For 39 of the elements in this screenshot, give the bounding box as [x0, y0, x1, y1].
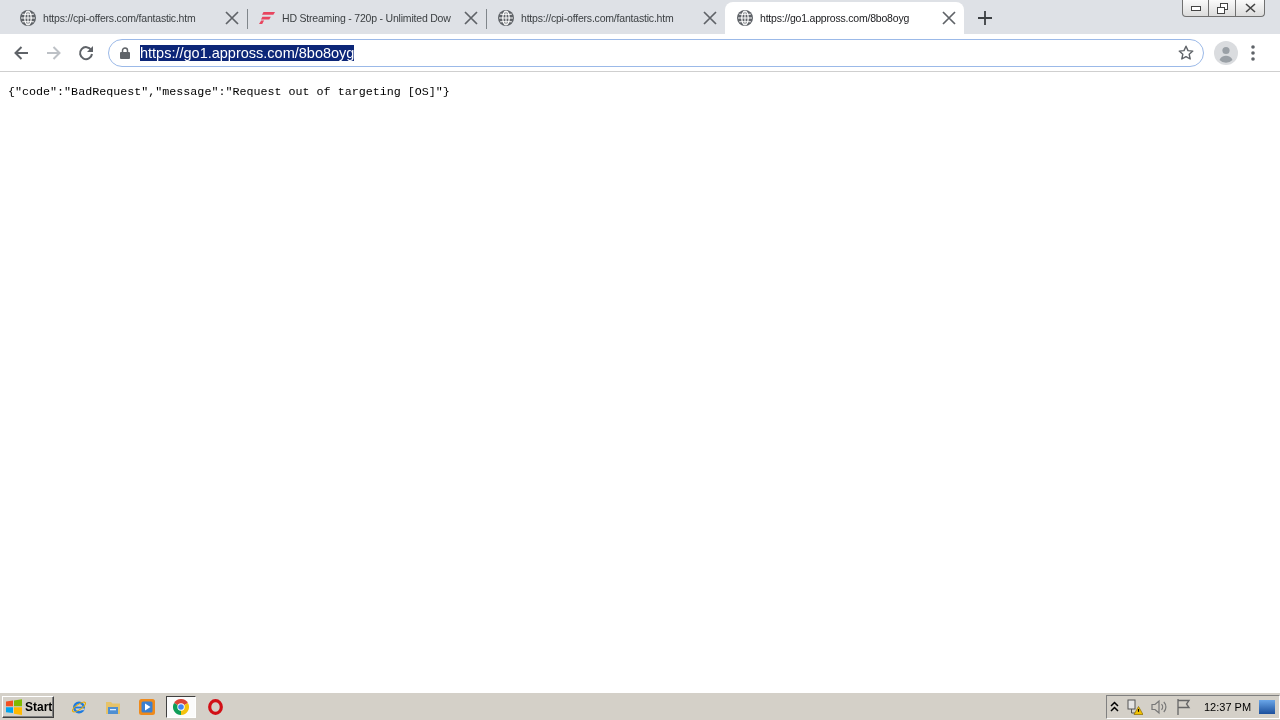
browser-logo-icon [173, 698, 189, 715]
chevron-up-icon[interactable] [1110, 701, 1119, 712]
stripe-logo-icon [259, 10, 275, 26]
plus-icon[interactable] [978, 11, 992, 25]
globe-icon [737, 10, 753, 26]
browser-tab[interactable]: HD Streaming - 720p - Unlimited Dow [247, 2, 486, 34]
network-warning-icon[interactable] [1127, 698, 1143, 715]
restore-icon [1216, 2, 1228, 14]
close-icon[interactable] [702, 10, 718, 26]
close-icon [1244, 3, 1256, 13]
avatar-icon[interactable] [1214, 40, 1238, 65]
lock-icon [120, 46, 130, 59]
globe-icon [498, 10, 514, 26]
e-logo-icon [71, 698, 87, 715]
browser-tab[interactable]: https://go1.appross.com/8bo8oyg [725, 2, 964, 34]
taskbar-button[interactable] [166, 695, 196, 718]
close-icon[interactable] [941, 10, 957, 26]
flag-icon[interactable] [1176, 698, 1191, 715]
menu-icon[interactable] [1251, 44, 1255, 61]
start-button[interactable]: Start [2, 695, 54, 718]
close-button[interactable] [1236, 0, 1265, 17]
show-desktop-icon[interactable] [1259, 699, 1276, 714]
restore-button[interactable] [1209, 0, 1236, 17]
minimize-button[interactable] [1182, 0, 1209, 17]
star-icon[interactable] [1178, 44, 1194, 61]
close-icon[interactable] [224, 10, 240, 26]
reload-icon[interactable] [78, 44, 94, 61]
clock[interactable]: 12:37 PM [1204, 700, 1252, 713]
json-response-text: {"code":"BadRequest","message":"Request out of targeting [OS]"} [8, 85, 450, 99]
windows-flag-icon [6, 698, 22, 715]
o-logo-icon [207, 698, 223, 715]
minimize-icon [1190, 5, 1201, 11]
browser-tab[interactable]: https://cpi-offers.com/fantastic.htm [8, 2, 247, 34]
close-icon[interactable] [463, 10, 479, 26]
globe-icon [20, 10, 36, 26]
play-icon [139, 698, 155, 715]
speaker-icon[interactable] [1151, 698, 1167, 715]
browser-tab[interactable]: https://cpi-offers.com/fantastic.htm [486, 2, 725, 34]
back-icon[interactable] [13, 44, 29, 61]
